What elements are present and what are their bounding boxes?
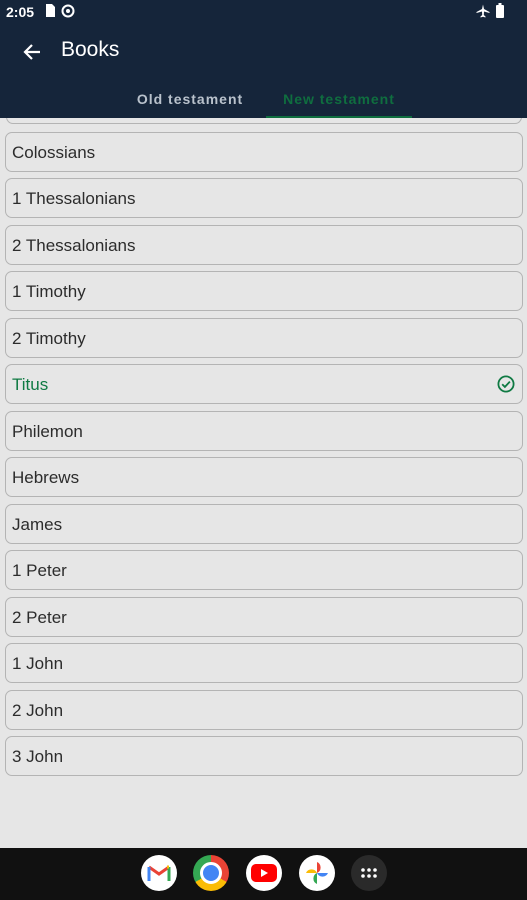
list-item[interactable]: Colossians (5, 132, 523, 172)
status-time: 2:05 (6, 4, 35, 20)
book-label: Titus (12, 375, 49, 394)
status-bar: 2:05 (0, 0, 527, 24)
page-title: Books (61, 38, 120, 61)
book-label: James (12, 515, 63, 534)
app-bar: Books Old testament New testament (0, 24, 527, 118)
arrow-back-icon (23, 44, 40, 60)
book-label: 2 John (12, 701, 64, 720)
book-label: 3 John (12, 747, 64, 766)
list-item[interactable]: James (5, 504, 523, 544)
list-item[interactable]: 2 John (5, 690, 523, 730)
book-label: 1 John (12, 654, 64, 673)
list-item[interactable]: 2 Peter (5, 597, 523, 637)
book-label: 2 Peter (12, 608, 67, 627)
vpn-icon (61, 4, 75, 18)
book-label: 2 Timothy (12, 329, 86, 348)
list-item-selected[interactable]: Titus (5, 364, 523, 404)
list-item[interactable]: 3 John (5, 736, 523, 776)
list-item[interactable]: 1 John (5, 643, 523, 683)
back-button[interactable] (14, 34, 50, 70)
list-item[interactable]: 2 Thessalonians (5, 225, 523, 265)
list-item[interactable]: 1 Thessalonians (5, 178, 523, 218)
youtube-icon[interactable] (246, 855, 282, 891)
chrome-icon[interactable] (193, 855, 229, 891)
book-label: 1 Peter (12, 561, 67, 580)
book-label: 2 Thessalonians (12, 236, 136, 255)
photos-icon[interactable] (299, 855, 335, 891)
list-item[interactable]: Philemon (5, 411, 523, 451)
list-item[interactable]: 1 Timothy (5, 271, 523, 311)
battery-icon (496, 3, 504, 18)
list-item-partial (6, 118, 522, 124)
list-item[interactable]: Hebrews (5, 457, 523, 497)
list-item[interactable]: 2 Timothy (5, 318, 523, 358)
airplane-mode-icon (476, 4, 490, 18)
tab-new-testament[interactable]: New testament (266, 91, 412, 118)
taskbar (0, 848, 527, 900)
testament-tabs: Old testament New testament (0, 88, 527, 118)
book-label: Philemon (12, 422, 83, 441)
book-list[interactable]: Colossians 1 Thessalonians 2 Thessalonia… (0, 118, 527, 848)
tab-old-testament[interactable]: Old testament (120, 91, 260, 118)
book-label: Hebrews (12, 468, 80, 487)
book-label: Colossians (12, 143, 96, 162)
check-circle-icon (497, 375, 515, 393)
list-item[interactable]: 1 Peter (5, 550, 523, 590)
notification-icon (46, 4, 55, 17)
book-label: 1 Thessalonians (12, 189, 136, 208)
gmail-icon[interactable] (141, 855, 177, 891)
app-drawer-icon[interactable] (351, 855, 387, 891)
book-label: 1 Timothy (12, 282, 86, 301)
